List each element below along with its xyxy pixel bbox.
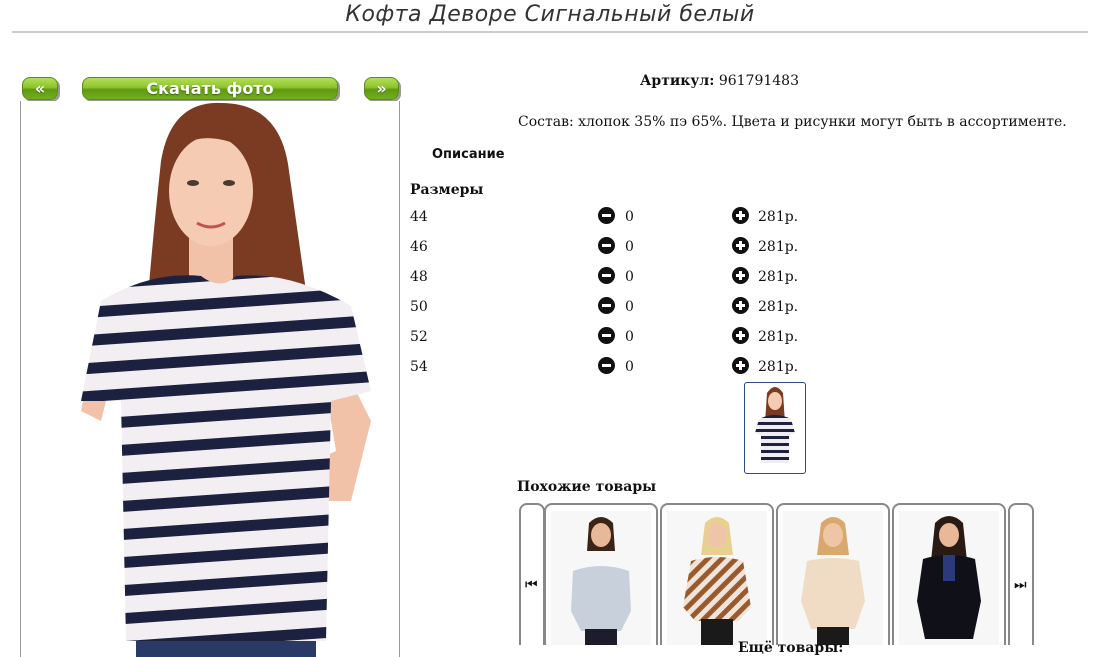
minus-circle-icon[interactable] — [598, 237, 615, 254]
size-row: 44 0 281р. — [410, 205, 870, 229]
photo-thumbnail[interactable] — [744, 382, 806, 474]
sku-label: Артикул: — [640, 73, 715, 89]
carousel-prev-button[interactable]: ⏮ — [519, 503, 545, 645]
similar-product-card[interactable] — [892, 503, 1006, 645]
prev-photo-button[interactable]: « — [22, 77, 58, 100]
size-price: 281р. — [758, 299, 799, 315]
similar-heading: Похожие товары — [517, 479, 657, 495]
light-blue-off-shoulder-top — [551, 511, 651, 645]
composition-text: Состав: хлопок 35% пэ 65%. Цвета и рисун… — [518, 114, 1067, 130]
description-label: Описание — [432, 147, 505, 162]
size-label: 44 — [410, 209, 428, 225]
plus-circle-icon[interactable] — [732, 357, 749, 374]
quantity-value: 0 — [625, 269, 634, 285]
minus-circle-icon[interactable] — [598, 207, 615, 224]
plus-circle-icon[interactable] — [732, 237, 749, 254]
sku-value: 961791483 — [718, 73, 799, 89]
sku-line: Артикул: 961791483 — [640, 73, 799, 89]
size-label: 48 — [410, 269, 428, 285]
next-photo-button[interactable]: » — [364, 77, 399, 100]
main-product-photo[interactable] — [20, 101, 400, 657]
page-title: Кофта Деворе Сигнальный белый — [345, 2, 755, 27]
download-photo-button[interactable]: Скачать фото — [82, 77, 338, 100]
beige-blouse — [783, 511, 883, 645]
skip-back-icon: ⏮ — [525, 577, 538, 593]
plus-circle-icon[interactable] — [732, 327, 749, 344]
quantity-value: 0 — [625, 209, 634, 225]
size-price: 281р. — [758, 209, 799, 225]
size-price: 281р. — [758, 359, 799, 375]
size-label: 46 — [410, 239, 428, 255]
plus-circle-icon[interactable] — [732, 297, 749, 314]
brown-striped-blouse — [667, 511, 767, 645]
size-price: 281р. — [758, 239, 799, 255]
plus-circle-icon[interactable] — [732, 267, 749, 284]
black-lace-blouse — [899, 511, 999, 645]
sizes-heading: Размеры — [410, 182, 484, 198]
size-row: 48 0 281р. — [410, 265, 870, 289]
size-price: 281р. — [758, 329, 799, 345]
minus-circle-icon[interactable] — [598, 357, 615, 374]
size-row: 52 0 281р. — [410, 325, 870, 349]
size-label: 50 — [410, 299, 428, 315]
plus-circle-icon[interactable] — [732, 207, 749, 224]
similar-product-card[interactable] — [544, 503, 658, 645]
thumbnail-striped-top — [755, 387, 795, 463]
quantity-value: 0 — [625, 329, 634, 345]
similar-product-card[interactable] — [776, 503, 890, 645]
minus-circle-icon[interactable] — [598, 327, 615, 344]
size-row: 54 0 281р. — [410, 355, 870, 379]
carousel-next-button[interactable]: ⏭ — [1008, 503, 1034, 645]
title-divider — [12, 31, 1088, 33]
quantity-value: 0 — [625, 359, 634, 375]
woman-striped-top-photo — [81, 102, 371, 657]
size-price: 281р. — [758, 269, 799, 285]
size-label: 52 — [410, 329, 428, 345]
quantity-value: 0 — [625, 299, 634, 315]
minus-circle-icon[interactable] — [598, 267, 615, 284]
more-products-heading: Ещё товары: — [738, 640, 844, 656]
size-label: 54 — [410, 359, 428, 375]
skip-forward-icon: ⏭ — [1014, 577, 1027, 593]
minus-circle-icon[interactable] — [598, 297, 615, 314]
quantity-value: 0 — [625, 239, 634, 255]
size-row: 50 0 281р. — [410, 295, 870, 319]
similar-product-card[interactable] — [660, 503, 774, 645]
size-row: 46 0 281р. — [410, 235, 870, 259]
